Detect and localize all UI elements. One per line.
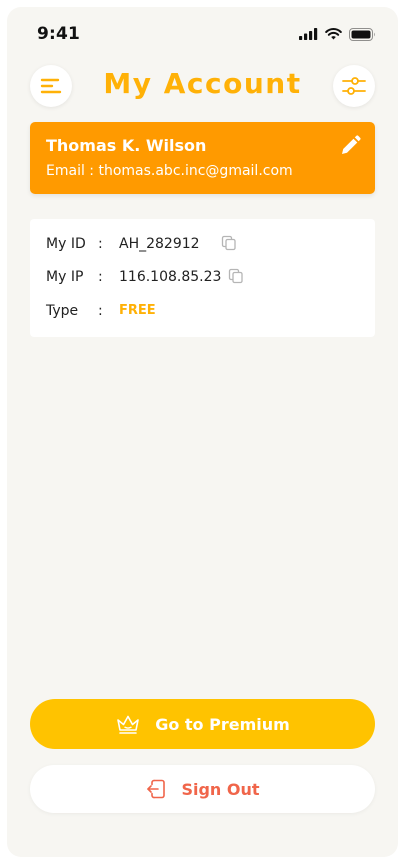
menu-icon: [40, 78, 62, 94]
type-value: FREE: [119, 303, 156, 318]
id-colon: :: [98, 236, 103, 252]
crown-icon: [117, 715, 140, 734]
ip-label: My IP: [46, 269, 84, 285]
edit-profile-button[interactable]: [338, 134, 362, 158]
sign-out-icon: [147, 779, 166, 799]
email-value: thomas.abc.inc@gmail.com: [98, 163, 293, 179]
signal-icon: [299, 28, 318, 40]
profile-name: Thomas K. Wilson: [46, 136, 207, 155]
ip-colon: :: [98, 269, 103, 285]
sign-out-button[interactable]: Sign Out: [30, 765, 375, 813]
page-title: My Account: [103, 67, 302, 100]
id-value: AH_282912: [119, 236, 200, 252]
premium-label: Go to Premium: [155, 714, 290, 734]
menu-button[interactable]: [30, 65, 72, 107]
copy-id-button[interactable]: [220, 234, 238, 252]
type-label: Type: [46, 303, 79, 319]
sign-out-label: Sign Out: [181, 779, 260, 799]
battery-icon: [349, 27, 375, 41]
wifi-icon: [325, 28, 342, 40]
account-info-card: My ID : AH_282912 My IP : 116.108.85.23: [30, 219, 375, 337]
phone-screen: 9:41 My Account Thomas K. Wilson Email:…: [7, 7, 398, 857]
copy-ip-button[interactable]: [227, 267, 245, 285]
id-label: My ID: [46, 236, 86, 252]
status-icons: [299, 27, 376, 41]
pencil-icon: [342, 135, 361, 154]
profile-email-line: Email : thomas.abc.inc@gmail.com: [46, 163, 293, 179]
copy-icon: [221, 235, 236, 251]
status-time: 9:41: [37, 24, 81, 44]
sliders-icon: [342, 77, 366, 95]
type-colon: :: [98, 303, 103, 319]
settings-button[interactable]: [333, 65, 375, 107]
email-label: Email :: [46, 163, 95, 179]
copy-icon: [228, 268, 243, 284]
go-to-premium-button[interactable]: Go to Premium: [30, 699, 375, 749]
status-bar: 9:41: [7, 7, 398, 63]
ip-value: 116.108.85.23: [119, 269, 222, 285]
profile-card: Thomas K. Wilson Email : thomas.abc.inc@…: [30, 122, 375, 194]
